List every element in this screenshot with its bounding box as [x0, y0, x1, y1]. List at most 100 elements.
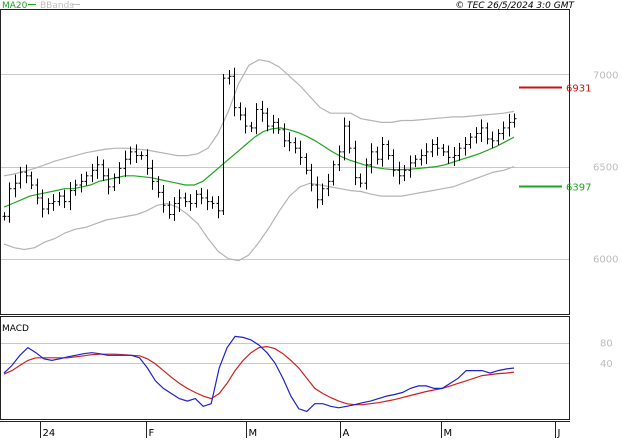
price-bar — [435, 137, 440, 156]
price-bar — [446, 145, 451, 164]
macd-title: MACD — [2, 324, 29, 334]
stock-chart: 6931 6397 6000 6500 7000 40 80 24 F M A M J MA20 B… — [0, 1, 618, 439]
price-bar — [358, 173, 363, 188]
price-bar — [276, 118, 281, 134]
support-resistance-levels: 6931 6397 — [519, 84, 591, 194]
price-bar — [265, 107, 270, 132]
grid-lines — [1, 74, 569, 364]
price-bar — [221, 74, 226, 215]
resistance-level-label: 6931 — [566, 84, 591, 95]
price-bar — [369, 143, 374, 174]
price-bar — [271, 114, 276, 134]
price-bar — [397, 161, 402, 185]
copyright-text: © TEC 26/5/2024 3:0 GMT — [455, 1, 575, 11]
price-bar — [183, 192, 188, 207]
price-bar — [79, 173, 84, 193]
price-bar — [84, 171, 89, 186]
price-bar — [90, 163, 95, 183]
price-bar — [2, 212, 7, 221]
price-bar — [199, 187, 204, 205]
price-bar — [380, 137, 385, 167]
legend-ma20: MA20 — [2, 1, 28, 11]
price-bar — [293, 137, 298, 154]
price-bar — [463, 137, 468, 156]
x-tick-label: M — [249, 428, 258, 439]
x-tick-labels: 24 F M A M J — [40, 421, 560, 439]
price-bar — [7, 182, 12, 223]
price-y-tick-label: 7000 — [593, 70, 618, 81]
price-bar — [145, 149, 150, 175]
x-tick-label: A — [343, 428, 350, 439]
price-bar — [254, 103, 259, 135]
price-bar — [419, 149, 424, 166]
price-bar — [331, 160, 336, 186]
price-bar — [260, 100, 265, 122]
price-bar — [51, 194, 56, 211]
price-bar — [298, 140, 303, 165]
price-bar — [507, 113, 512, 137]
price-bar — [457, 142, 462, 161]
price-bar — [375, 146, 380, 165]
price-bar — [485, 122, 490, 145]
price-bar — [101, 159, 106, 182]
price-bar — [216, 195, 221, 219]
price-bar — [46, 198, 51, 215]
legend-bbands: BBands — [40, 1, 74, 11]
x-tick-label: 24 — [43, 428, 56, 439]
price-bar — [441, 144, 446, 157]
price-bar — [326, 173, 331, 197]
price-bar — [249, 121, 254, 133]
bollinger-bands — [3, 59, 515, 262]
price-bar — [29, 171, 34, 190]
price-bar — [106, 168, 111, 195]
price-bar — [35, 178, 40, 205]
price-bar — [18, 166, 23, 189]
price-bar — [391, 149, 396, 177]
price-bar — [210, 196, 215, 209]
price-bar — [172, 197, 177, 221]
price-bar — [304, 153, 309, 175]
price-bar — [128, 146, 133, 165]
price-bars — [2, 67, 517, 223]
price-bar — [134, 144, 139, 164]
price-bar — [320, 183, 325, 206]
price-bar — [68, 181, 73, 211]
macd-lines — [3, 335, 515, 413]
price-bar — [424, 143, 429, 165]
macd-y-tick-label: 80 — [600, 339, 613, 350]
price-bar — [117, 162, 122, 185]
price-y-tick-label: 6000 — [593, 255, 618, 266]
macd-panel-frame — [0, 316, 570, 420]
price-bar — [364, 158, 369, 190]
price-bar — [496, 129, 501, 145]
price-bar — [342, 117, 347, 161]
price-bar — [123, 150, 128, 178]
x-tick-label: F — [149, 428, 155, 439]
price-bar — [309, 163, 314, 192]
price-bar — [315, 176, 320, 209]
price-bar — [512, 113, 517, 128]
price-bar — [347, 120, 352, 154]
price-bar — [238, 102, 243, 121]
price-bar — [177, 189, 182, 213]
macd-signal-line — [3, 345, 515, 406]
price-bar — [150, 159, 155, 190]
price-bar — [227, 69, 232, 85]
price-bar — [161, 184, 166, 213]
price-bar — [468, 132, 473, 149]
price-panel-frame — [0, 9, 570, 315]
price-bar — [243, 107, 248, 134]
x-tick-label: M — [444, 428, 453, 439]
price-y-tick-label: 6500 — [593, 163, 618, 174]
price-bar — [408, 155, 413, 178]
price-bar — [57, 191, 62, 206]
price-bar — [287, 132, 292, 152]
price-bar — [452, 146, 457, 166]
price-bar — [205, 189, 210, 211]
bb-lower-line — [3, 166, 515, 262]
price-bar — [479, 119, 484, 143]
price-bar — [139, 151, 144, 160]
macd-y-tick-label: 40 — [600, 359, 613, 370]
price-bar — [490, 131, 495, 149]
y-tick-labels: 6000 6500 7000 40 80 — [593, 70, 618, 369]
